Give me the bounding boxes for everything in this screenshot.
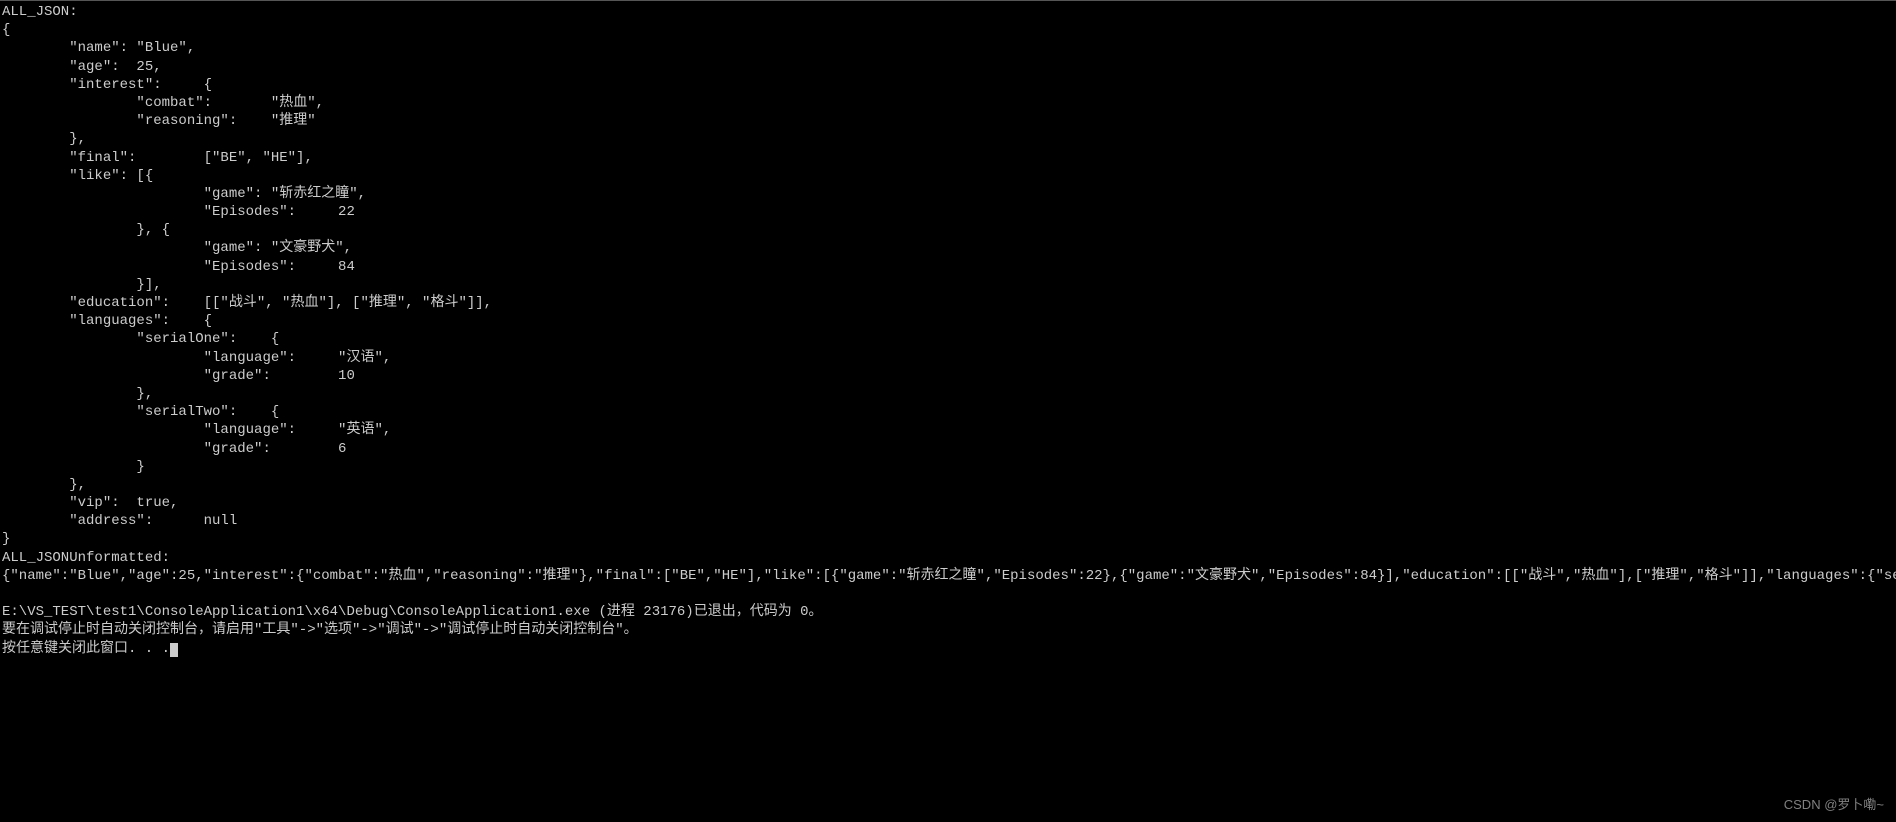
- json-unformatted-block: {"name":"Blue","age":25,"interest":{"com…: [2, 568, 1896, 584]
- json-formatted-block: { "name": "Blue", "age": 25, "interest":…: [2, 22, 492, 547]
- watermark-text: CSDN @罗卜嘞~: [1784, 797, 1884, 814]
- console-output[interactable]: ALL_JSON: { "name": "Blue", "age": 25, "…: [0, 1, 1896, 658]
- json-header: ALL_JSON:: [2, 4, 78, 20]
- process-exit-line: E:\VS_TEST\test1\ConsoleApplication1\x64…: [2, 604, 823, 620]
- json-unformatted-header: ALL_JSONUnformatted:: [2, 550, 170, 566]
- debug-hint-line: 要在调试停止时自动关闭控制台，请启用"工具"->"选项"->"调试"->"调试停…: [2, 622, 638, 638]
- press-any-key-line: 按任意键关闭此窗口. . .: [2, 641, 170, 657]
- cursor-icon: [170, 643, 178, 657]
